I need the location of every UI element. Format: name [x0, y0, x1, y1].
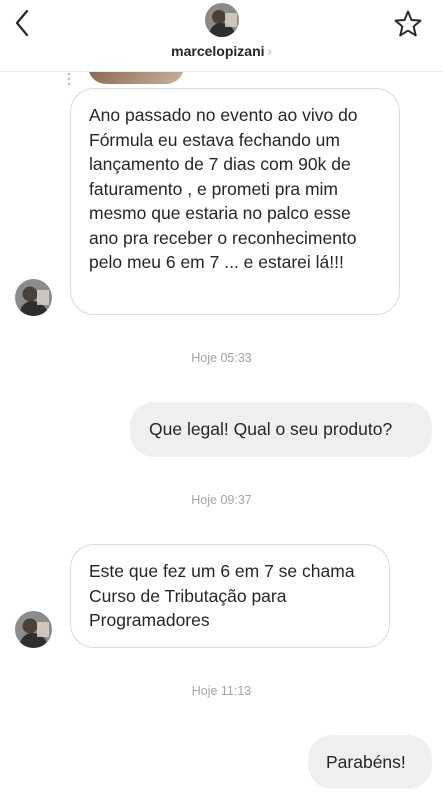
chevron-left-icon — [15, 9, 29, 37]
sender-avatar[interactable] — [15, 611, 52, 648]
profile-photo-icon — [205, 3, 239, 37]
star-button[interactable] — [392, 8, 424, 40]
message-bubble-incoming[interactable]: Este que fez um 6 em 7 se chama Curso de… — [70, 544, 390, 648]
shared-photo-partial[interactable] — [88, 72, 184, 84]
message-bubble-outgoing[interactable]: Que legal! Qual o seu produto? — [130, 402, 432, 457]
message-timestamp: Hoje 05:33 — [191, 351, 252, 365]
profile-photo-icon — [15, 611, 52, 648]
back-button[interactable] — [6, 6, 40, 40]
message-thread[interactable]: Ano passado no evento ao vivo do Fórmula… — [0, 72, 443, 804]
header-username-row[interactable]: marcelopizani › — [0, 43, 443, 59]
more-options-icon[interactable] — [66, 72, 72, 86]
sender-avatar[interactable] — [15, 279, 52, 316]
message-timestamp: Hoje 11:13 — [191, 684, 252, 698]
chevron-right-icon: › — [267, 44, 272, 59]
message-timestamp: Hoje 09:37 — [191, 493, 252, 507]
message-bubble-outgoing[interactable]: Parabéns! — [308, 735, 432, 789]
header-username: marcelopizani — [171, 43, 265, 59]
profile-photo-icon — [15, 279, 52, 316]
star-outline-icon — [394, 10, 422, 37]
chat-header: marcelopizani › — [0, 0, 443, 72]
header-avatar[interactable] — [205, 3, 239, 37]
message-bubble-incoming[interactable]: Ano passado no evento ao vivo do Fórmula… — [70, 88, 400, 315]
